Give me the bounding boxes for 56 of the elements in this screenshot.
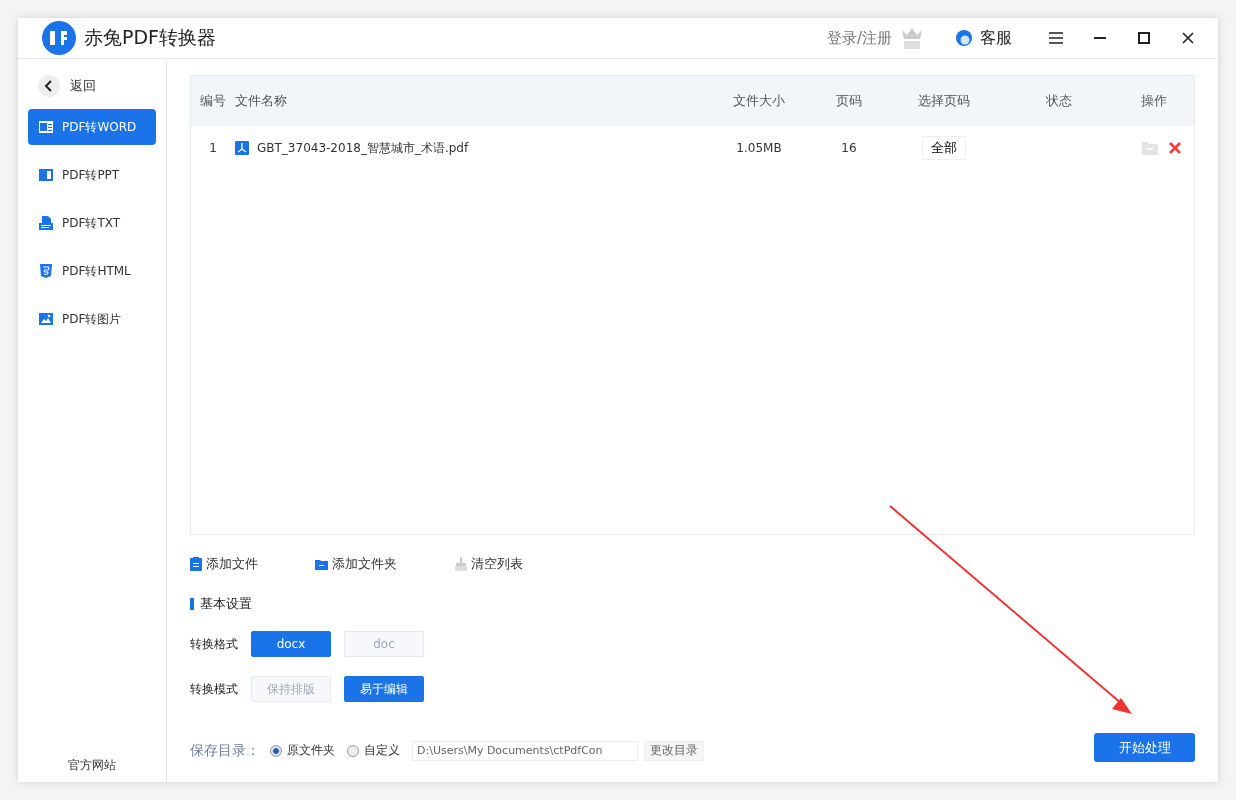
menu-icon [1049, 32, 1063, 44]
change-folder-button[interactable]: 更改目录 [644, 740, 704, 761]
action-link[interactable]: 添加文件夹 [315, 555, 455, 573]
column-header: 页码 [835, 92, 863, 110]
html5-icon [38, 263, 54, 279]
column-header: 选择页码 [917, 92, 971, 110]
folder-icon [1142, 141, 1158, 155]
vip-crown-icon [900, 26, 924, 50]
folder-icon [315, 558, 328, 570]
sidebar-item[interactable]: PDF转TXT [28, 205, 156, 241]
broom-icon [455, 557, 467, 571]
close-icon [1168, 141, 1182, 155]
presentation-document-icon [38, 167, 54, 183]
column-header: 编号 [199, 92, 227, 110]
action-link[interactable]: 添加文件 [190, 555, 315, 573]
clipboard-icon [190, 557, 202, 571]
word-document-icon [38, 119, 54, 135]
table-cell-text: 1 [208, 141, 218, 155]
table-cell-text: 16 [840, 141, 858, 155]
page-select-button[interactable]: 全部 [922, 136, 966, 160]
setting-label: 转换格式 [190, 635, 238, 653]
setting-label: 转换模式 [190, 680, 238, 698]
column-header: 操作 [1140, 92, 1168, 110]
column-header: 文件大小 [732, 92, 786, 110]
app-logo [42, 21, 76, 55]
sidebar-item[interactable]: PDF转图片 [28, 301, 156, 337]
support-link[interactable]: 客服 [980, 27, 1012, 49]
close-icon [1182, 32, 1194, 44]
sidebar-item[interactable]: PDF转HTML [28, 253, 156, 289]
action-link[interactable]: 清空列表 [455, 555, 555, 573]
minimize-icon [1094, 37, 1106, 39]
login-link[interactable]: 登录/注册 [826, 28, 892, 48]
radio-option[interactable]: 原文件夹 [270, 742, 335, 759]
save-label: 保存目录： [190, 741, 260, 760]
path-field[interactable]: D:\Users\My Documents\ctPdfCon [412, 740, 638, 761]
sidebar-item[interactable]: PDF转PPT [28, 157, 156, 193]
headset-avatar-icon [956, 30, 972, 46]
start-button[interactable]: 开始处理 [1094, 733, 1195, 762]
table-cell-text: 1.05MB [735, 141, 783, 155]
option-button[interactable]: 易于编辑 [344, 676, 424, 702]
text-document-icon [38, 215, 54, 231]
section-marker [190, 598, 194, 610]
option-button[interactable]: docx [251, 631, 331, 657]
section-title: 基本设置 [200, 595, 252, 613]
back-button[interactable]: 返回 [28, 71, 156, 101]
maximize-icon [1138, 32, 1150, 44]
sidebar-item[interactable]: PDF转WORD [28, 109, 156, 145]
window-title: 赤兔PDF转换器 [84, 25, 218, 50]
file-name: GBT_37043-2018_智慧城市_术语.pdf [257, 139, 469, 157]
picture-icon [38, 311, 54, 327]
column-header: 文件名称 [235, 92, 288, 110]
website-link[interactable]: 官方网站 [28, 757, 156, 774]
pdf-file-icon [235, 141, 249, 155]
delete-button[interactable] [1168, 141, 1182, 155]
column-header: 状态 [1045, 92, 1073, 110]
radio-option[interactable]: 自定义 [347, 742, 400, 759]
